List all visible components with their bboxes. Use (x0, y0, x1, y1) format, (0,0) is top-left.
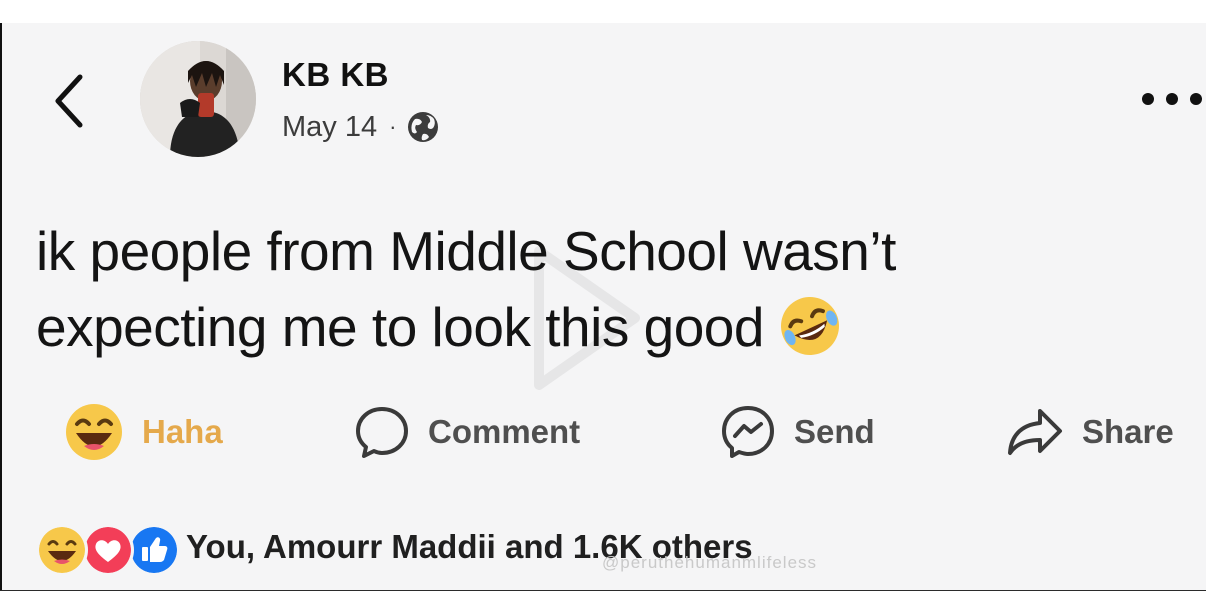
comment-label: Comment (428, 413, 581, 450)
send-label: Send (794, 413, 875, 450)
profile-photo (140, 41, 256, 157)
more-dot (1190, 93, 1202, 105)
meta-separator: · (389, 114, 397, 139)
reaction-icons (36, 516, 180, 578)
post-text-line-2: expecting me to look this good (36, 296, 764, 358)
post-meta: May 14 · (282, 109, 440, 145)
post-text-line-2-wrap: expecting me to look this good (36, 289, 1156, 365)
haha-reaction-button[interactable]: Haha (64, 401, 223, 463)
love-icon (82, 524, 134, 576)
chevron-left-icon (55, 74, 83, 128)
send-button[interactable]: Send (720, 401, 875, 463)
haha-icon (36, 524, 88, 576)
more-dot (1142, 93, 1154, 105)
globe-icon (406, 110, 440, 144)
share-label: Share (1082, 413, 1174, 450)
haha-label: Haha (142, 413, 223, 450)
comment-icon (356, 407, 408, 458)
haha-icon (66, 404, 122, 460)
more-options-button[interactable] (1142, 87, 1202, 111)
bottom-band (0, 590, 1206, 602)
rolling-on-floor-laughing-icon (780, 297, 839, 356)
messenger-icon (722, 406, 774, 458)
post-text: ik people from Middle School wasn’t expe… (36, 213, 1156, 365)
post-date[interactable]: May 14 (282, 111, 377, 144)
like-icon (128, 524, 180, 576)
comment-button[interactable]: Comment (354, 401, 580, 463)
author-name[interactable]: KB KB (282, 56, 389, 94)
top-band (0, 1, 1206, 23)
share-button[interactable]: Share (1006, 401, 1174, 463)
avatar[interactable] (140, 41, 256, 157)
more-dot (1166, 93, 1178, 105)
post-text-line-1: ik people from Middle School wasn’t (36, 220, 896, 282)
post-screenshot: KB KB May 14 · ik people from Middle Sch… (0, 0, 1206, 602)
watermark: @peruthehumanmlifeless (602, 553, 818, 572)
share-icon (1008, 409, 1062, 455)
back-button[interactable] (50, 73, 90, 129)
